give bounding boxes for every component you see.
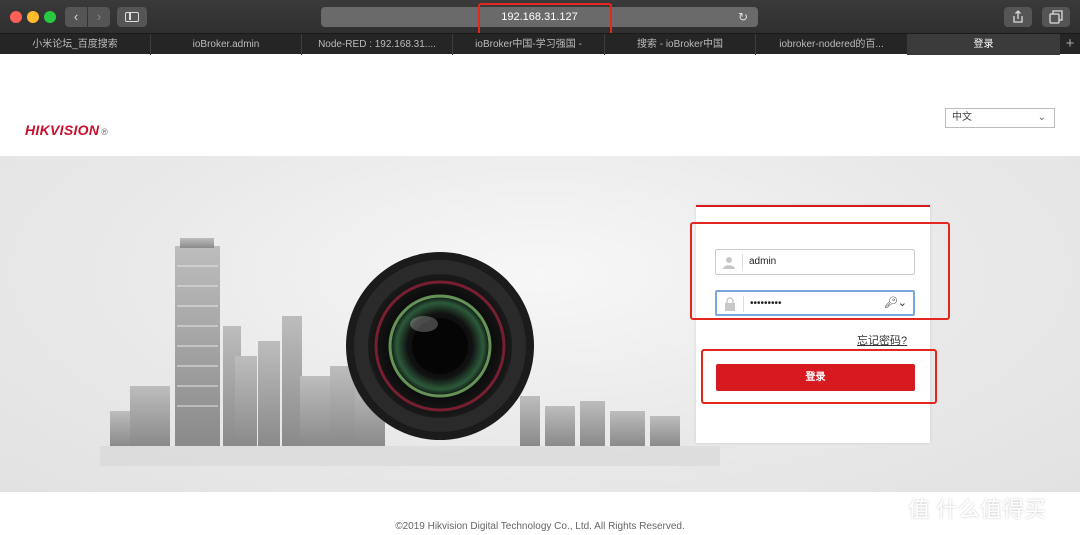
tab-7-active[interactable]: 登录 <box>908 34 1060 55</box>
language-select[interactable]: 中文 ⌄ <box>945 108 1055 128</box>
camera-lens <box>346 252 534 440</box>
watermark: 值 什么值得买 <box>908 492 1076 528</box>
sidebar-toggle-button[interactable] <box>117 7 147 27</box>
tab-1[interactable]: 小米论坛_百度搜索 <box>0 34 151 55</box>
tab-4[interactable]: ioBroker中国-学习强国 - <box>453 34 605 55</box>
chevron-left-icon: ‹ <box>73 9 79 24</box>
watermark-text: 值 什么值得买 <box>908 497 1047 522</box>
forward-button[interactable]: › <box>88 7 110 27</box>
tab-bar: 小米论坛_百度搜索 ioBroker.admin Node-RED : 192.… <box>0 33 1080 55</box>
show-tabs-button[interactable] <box>1042 7 1070 27</box>
screen: ‹ › 192.168.31.127 ↻ 小米论坛_百度搜索 ioBroker.… <box>0 0 1080 535</box>
close-window-button[interactable] <box>10 11 22 23</box>
annotation-box-url <box>478 3 612 36</box>
annotation-box-login-button <box>701 349 937 404</box>
share-icon <box>1013 10 1023 23</box>
share-button[interactable] <box>1004 7 1032 27</box>
minimize-window-button[interactable] <box>27 11 39 23</box>
chevron-right-icon: › <box>96 9 102 24</box>
tab-6[interactable]: iobroker-nodered的百... <box>756 34 908 55</box>
new-tab-button[interactable]: + <box>1060 34 1080 55</box>
logo-registered-mark: ® <box>101 127 109 137</box>
tab-2[interactable]: ioBroker.admin <box>151 34 302 55</box>
back-button[interactable]: ‹ <box>65 7 87 27</box>
forgot-password-link[interactable]: 忘记密码? <box>857 332 907 348</box>
chevron-down-icon: ⌄ <box>1037 112 1046 123</box>
tab-5[interactable]: 搜索 - ioBroker中国 <box>605 34 756 55</box>
tab-3[interactable]: Node-RED : 192.168.31.... <box>302 34 453 55</box>
water-reflection <box>100 446 720 466</box>
tabs-overview-icon <box>1049 10 1063 24</box>
logo-text: HIKVISION <box>25 122 100 138</box>
annotation-box-credentials <box>690 222 950 320</box>
reload-icon[interactable]: ↻ <box>738 10 752 24</box>
hikvision-logo: HIKVISION ® <box>25 122 108 138</box>
sidebar-icon <box>125 12 139 22</box>
zoom-window-button[interactable] <box>44 11 56 23</box>
language-value: 中文 <box>952 112 972 123</box>
